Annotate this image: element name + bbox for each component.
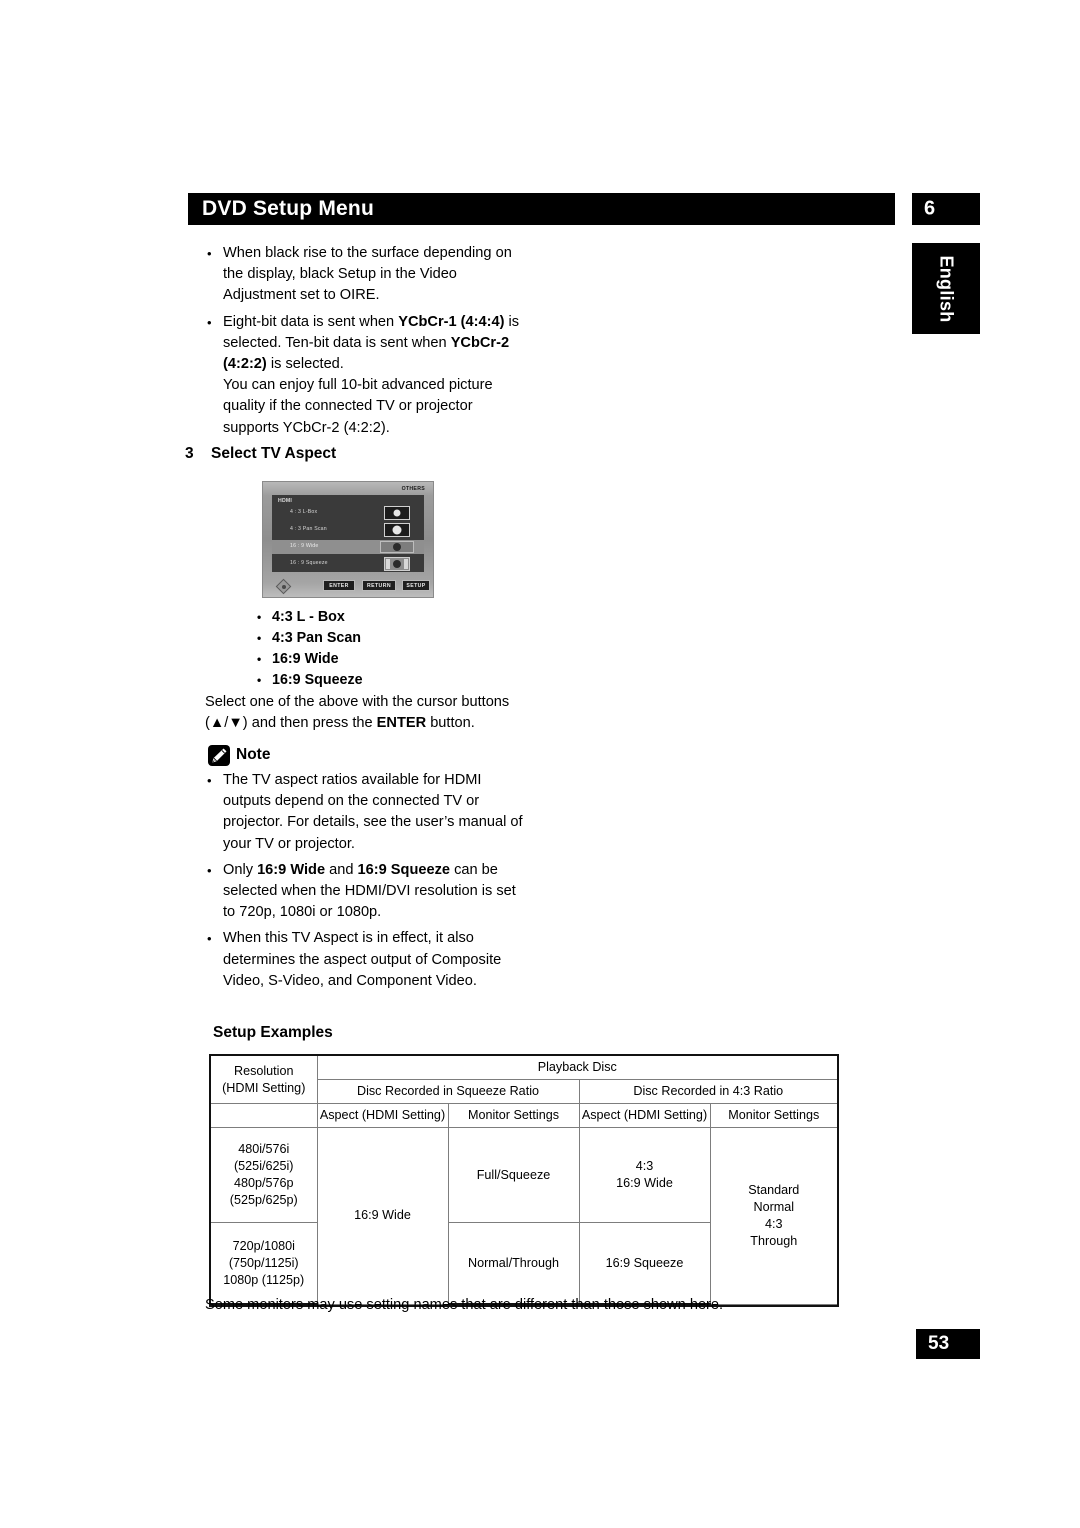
intro-bullet-list: When black rise to the surface depending… xyxy=(205,243,865,439)
cell-header-playback-disc: Playback Disc xyxy=(316,1054,840,1080)
list-item: The TV aspect ratios available for HDMI … xyxy=(205,770,523,855)
closing-note: Some monitors may use setting names that… xyxy=(205,1297,724,1313)
list-item: Eight-bit data is sent when YCbCr-1 (4:4… xyxy=(205,312,523,439)
osd-footer-bar: ENTER RETURN SETUP xyxy=(263,578,433,595)
list-item: When black rise to the surface depending… xyxy=(205,243,523,307)
intro-section: When black rise to the surface depending… xyxy=(205,243,865,444)
osd-enter-button: ENTER xyxy=(323,580,355,591)
page-root: DVD Setup Menu 6 English When black rise… xyxy=(0,0,1080,1528)
body-text: is selected. xyxy=(266,356,344,373)
select-instruction: Select one of the above with the cursor … xyxy=(205,692,509,734)
osd-menu-row: 4 : 3 Pan Scan xyxy=(272,523,424,537)
chapter-number-box: 6 xyxy=(912,193,980,225)
body-text: You can enjoy full 10-bit advanced pictu… xyxy=(223,377,493,436)
cell-header-aspect-2: Aspect (HDMI Setting) xyxy=(578,1103,711,1128)
osd-menu-row: 16 : 9 Squeeze xyxy=(272,557,424,571)
chapter-number: 6 xyxy=(924,197,936,220)
note-body: The TV aspect ratios available for HDMI … xyxy=(205,770,525,997)
cell-row1-aspect-43: 4:3 16:9 Wide xyxy=(578,1127,711,1223)
step-label: Select TV Aspect xyxy=(211,445,337,462)
cell-row2-resolution: 720p/1080i (750p/1125i) 1080p (1125p) xyxy=(209,1222,318,1305)
aspect-panscan-icon xyxy=(384,523,410,537)
cell-aspect-squeeze-merged: 16:9 Wide xyxy=(316,1127,449,1305)
emphasis-text: 16:9 Squeeze xyxy=(357,861,451,878)
page-header-bar: DVD Setup Menu xyxy=(188,193,895,225)
pencil-icon xyxy=(208,745,230,766)
enter-button-emphasis: ENTER xyxy=(376,715,427,732)
language-tab: English xyxy=(912,243,980,334)
cell-row1-monitor-squeeze: Full/Squeeze xyxy=(447,1127,580,1223)
osd-return-button: RETURN xyxy=(362,580,396,591)
step-heading: 3 Select TV Aspect xyxy=(185,445,336,463)
setup-examples-title: Setup Examples xyxy=(213,1024,333,1041)
osd-menu-panel: HDMI 4 : 3 L-Box 4 : 3 Pan Scan 16 : 9 Wid… xyxy=(272,495,424,572)
emphasis-text: YCbCr-1 (4:4:4) xyxy=(398,313,505,330)
osd-others-label: OTHERS xyxy=(401,486,425,492)
osd-setup-button: SETUP xyxy=(402,580,430,591)
page-title: DVD Setup Menu xyxy=(202,197,374,220)
dpad-icon xyxy=(275,578,292,595)
body-text: When this TV Aspect is in effect, it als… xyxy=(223,930,502,989)
cell-row1-resolution: 480i/576i (525i/625i) 480p/576p (525p/625p) xyxy=(209,1127,318,1223)
cell-monitor-43-merged: Standard Normal 4:3 Through xyxy=(709,1127,840,1305)
setup-examples-table: Resolution (HDMI Setting) Playback Disc D… xyxy=(209,1054,840,1307)
body-text: and xyxy=(325,861,358,878)
osd-screenshot: OTHERS HDMI 4 : 3 L-Box 4 : 3 Pan Scan 16 … xyxy=(262,481,434,598)
select-instruction-line1: Select one of the above with the cursor … xyxy=(205,694,510,710)
select-instruction-line2-pre: (▲/▼) and then press the xyxy=(205,715,377,732)
aspect-squeeze-icon xyxy=(384,557,410,571)
table-header-row-1: Resolution (HDMI Setting) Playback Disc xyxy=(209,1054,840,1104)
cell-row2-aspect-43: 16:9 Squeeze xyxy=(578,1222,711,1305)
step-number: 3 xyxy=(185,445,194,462)
aspect-option-item: 16:9 Squeeze xyxy=(255,670,363,691)
aspect-option-list: 4:3 L - Box4:3 Pan Scan16:9 Wide16:9 Squ… xyxy=(255,607,363,691)
note-label: Note xyxy=(236,746,271,763)
osd-row-label: 4 : 3 L-Box xyxy=(290,509,318,515)
table-row: 480i/576i (525i/625i) 480p/576p (525p/625p)… xyxy=(209,1127,840,1305)
osd-row-label: 16 : 9 Wide xyxy=(290,543,319,549)
body-text: Only xyxy=(223,861,258,878)
aspect-letterbox-icon xyxy=(384,506,410,520)
aspect-option-item: 16:9 Wide xyxy=(255,649,363,670)
table-header-row-3: Aspect (HDMI Setting) Monitor Settings A… xyxy=(209,1103,840,1128)
cell-header-monitor-2: Monitor Settings xyxy=(709,1103,840,1128)
note-bullet-list: The TV aspect ratios available for HDMI … xyxy=(205,770,525,992)
aspect-option-item: 4:3 L - Box xyxy=(255,607,363,628)
list-item: When this TV Aspect is in effect, it als… xyxy=(205,928,523,992)
list-item: Only 16:9 Wide and 16:9 Squeeze can be s… xyxy=(205,860,523,924)
cell-header-aspect-1: Aspect (HDMI Setting) xyxy=(316,1103,449,1128)
body-text: The TV aspect ratios available for HDMI … xyxy=(223,772,523,852)
emphasis-text: 16:9 Wide xyxy=(257,861,326,878)
body-text: When black rise to the surface depending… xyxy=(223,245,512,304)
language-tab-label: English xyxy=(936,254,957,323)
cell-header-squeeze-group: Disc Recorded in Squeeze Ratio xyxy=(316,1079,580,1104)
osd-row-label: 16 : 9 Squeeze xyxy=(290,560,328,566)
cell-header-resolution: Resolution (HDMI Setting) xyxy=(209,1054,318,1104)
cell-row2-monitor-squeeze: Normal/Through xyxy=(447,1222,580,1305)
osd-menu-row: 4 : 3 L-Box xyxy=(272,506,424,520)
select-instruction-line2-post: button. xyxy=(426,715,475,732)
cell-header-monitor-1: Monitor Settings xyxy=(447,1103,580,1128)
page-number-box: 53 xyxy=(916,1329,980,1359)
osd-menu-row: 16 : 9 Wide xyxy=(272,540,424,554)
body-text: Eight-bit data is sent when xyxy=(223,313,399,330)
page-number: 53 xyxy=(928,1333,950,1354)
aspect-wide-icon xyxy=(380,540,414,554)
aspect-option-item: 4:3 Pan Scan xyxy=(255,628,363,649)
cell-header-blank xyxy=(209,1103,318,1128)
cell-header-43-group: Disc Recorded in 4:3 Ratio xyxy=(578,1079,840,1104)
osd-row-label: 4 : 3 Pan Scan xyxy=(290,526,327,532)
osd-group-label: HDMI xyxy=(278,498,293,504)
